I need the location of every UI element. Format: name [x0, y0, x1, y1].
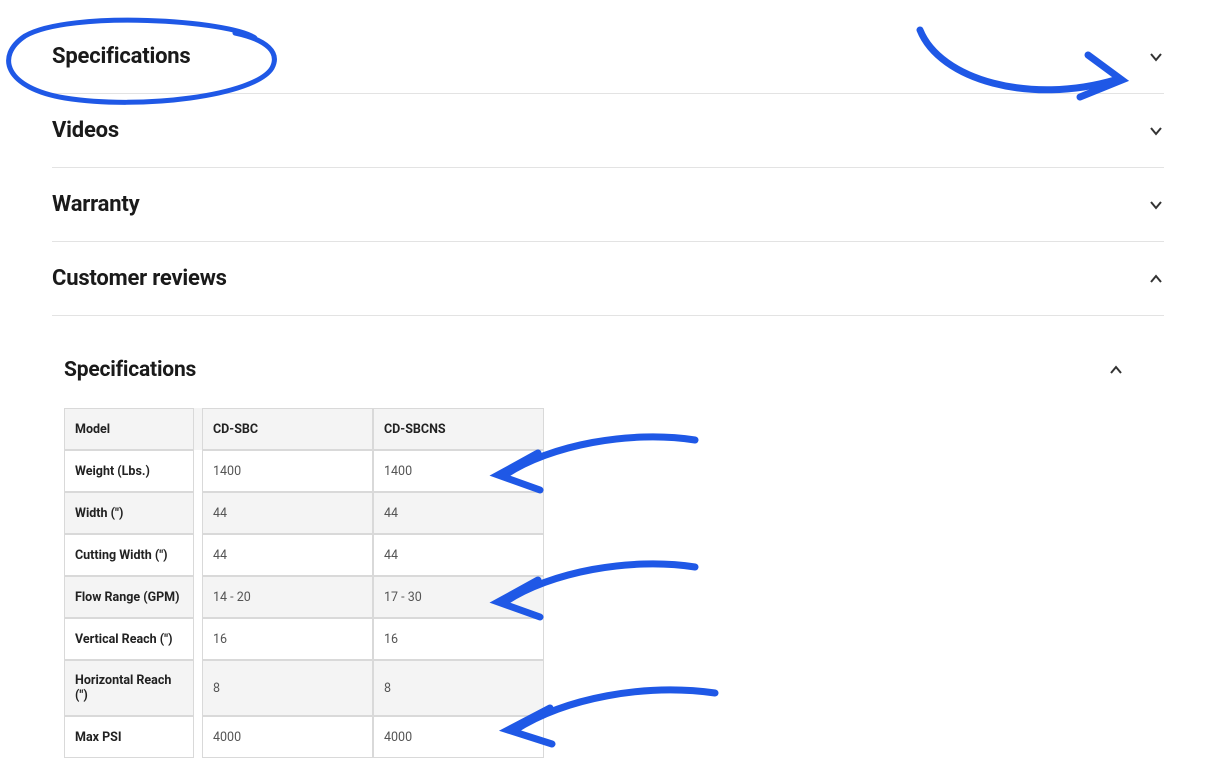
table-row-label: Max PSI [64, 716, 194, 758]
accordion-title-warranty: Warranty [52, 192, 139, 217]
chevron-down-icon [1148, 49, 1164, 65]
specifications-open-header[interactable]: Specifications [64, 346, 1124, 394]
table-header-model: Model [64, 408, 194, 450]
table-header-row: Model CD-SBC CD-SBCNS [64, 408, 544, 450]
table-row: Max PSI40004000 [64, 716, 544, 758]
accordion-item-specifications: Specifications [52, 20, 1164, 94]
accordion-item-customer-reviews: Customer reviews [52, 242, 1164, 316]
table-row-label: Horizontal Reach (") [64, 660, 194, 716]
specifications-open-title: Specifications [64, 358, 196, 382]
accordion-title-specifications: Specifications [52, 44, 191, 69]
table-cell: 1400 [202, 450, 373, 492]
accordion-item-videos: Videos [52, 94, 1164, 168]
table-cell: 16 [373, 618, 544, 660]
chevron-down-icon [1148, 197, 1164, 213]
table-row: Horizontal Reach (")88 [64, 660, 544, 716]
table-cell: 1400 [373, 450, 544, 492]
table-header-col2: CD-SBCNS [373, 408, 544, 450]
table-row: Weight (Lbs.)14001400 [64, 450, 544, 492]
accordion-header-customer-reviews[interactable]: Customer reviews [52, 242, 1164, 315]
table-cell: 4000 [202, 716, 373, 758]
table-row-label: Width (") [64, 492, 194, 534]
table-row: Flow Range (GPM)14 - 2017 - 30 [64, 576, 544, 618]
table-cell: 4000 [373, 716, 544, 758]
table-cell: 8 [202, 660, 373, 716]
accordion-title-videos: Videos [52, 118, 119, 143]
accordion-item-warranty: Warranty [52, 168, 1164, 242]
table-row: Vertical Reach (")1616 [64, 618, 544, 660]
table-row: Cutting Width (")4444 [64, 534, 544, 576]
table-cell: 44 [373, 492, 544, 534]
accordion-header-videos[interactable]: Videos [52, 94, 1164, 167]
table-row: Width (")4444 [64, 492, 544, 534]
table-header-col1: CD-SBC [202, 408, 373, 450]
table-cell: 17 - 30 [373, 576, 544, 618]
chevron-up-icon [1108, 362, 1124, 378]
specifications-open-section: Specifications Model CD-SBC CD-SBCNS Wei… [52, 346, 1164, 758]
accordion-title-customer-reviews: Customer reviews [52, 266, 227, 291]
table-row-label: Cutting Width (") [64, 534, 194, 576]
table-row-label: Flow Range (GPM) [64, 576, 194, 618]
table-cell: 44 [202, 534, 373, 576]
table-row-label: Weight (Lbs.) [64, 450, 194, 492]
table-cell: 16 [202, 618, 373, 660]
chevron-down-icon [1148, 123, 1164, 139]
table-cell: 14 - 20 [202, 576, 373, 618]
chevron-up-icon [1148, 271, 1164, 287]
specifications-table: Model CD-SBC CD-SBCNS Weight (Lbs.)14001… [64, 408, 544, 758]
table-cell: 44 [202, 492, 373, 534]
table-cell: 44 [373, 534, 544, 576]
accordion-header-specifications[interactable]: Specifications [52, 20, 1164, 93]
table-cell: 8 [373, 660, 544, 716]
table-row-label: Vertical Reach (") [64, 618, 194, 660]
accordion-header-warranty[interactable]: Warranty [52, 168, 1164, 241]
